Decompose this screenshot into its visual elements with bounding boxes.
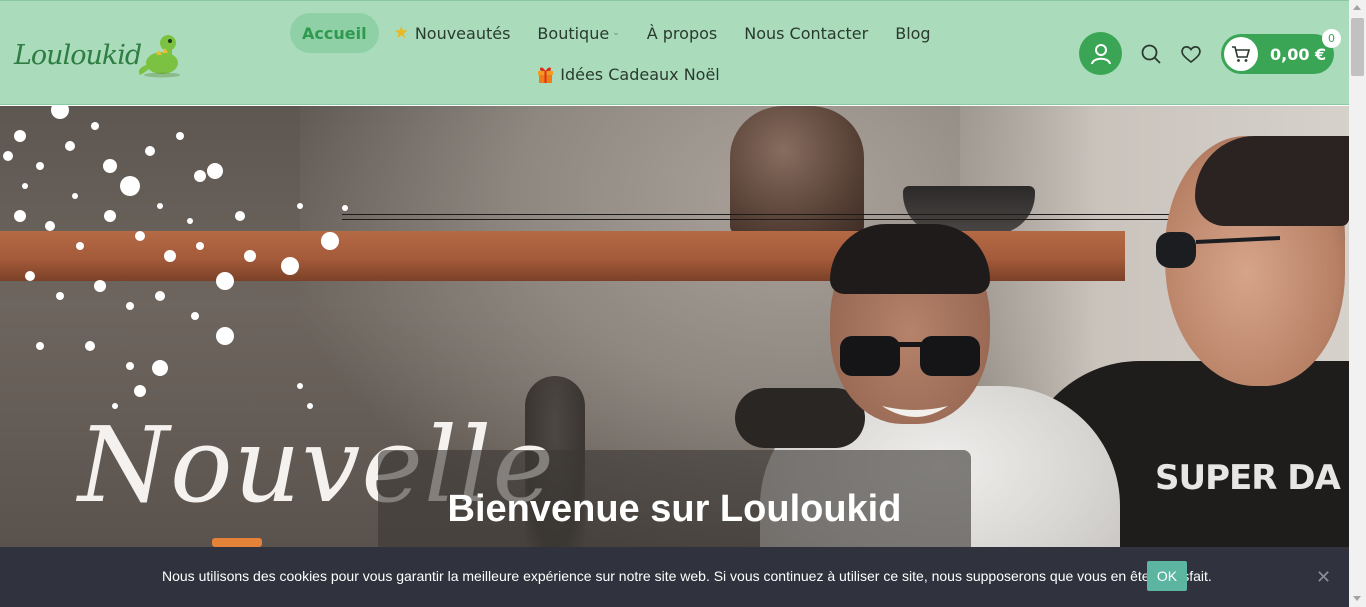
star-icon: ★	[393, 23, 409, 43]
cart-total: 0,00 €	[1270, 44, 1327, 64]
person-arm	[735, 388, 865, 448]
nav-label: Boutique	[537, 23, 610, 43]
hero-heading: Bienvenue sur Louloukid	[447, 488, 902, 530]
welcome-overlay: Bienvenue sur Louloukid	[378, 450, 971, 547]
main-nav: Accueil ★ Nouveautés Boutique ⌄ À propos…	[290, 13, 970, 94]
cart-icon	[1232, 46, 1251, 62]
nav-item-boutique[interactable]: Boutique ⌄	[525, 13, 631, 53]
hero-banner: SUPER DA Nouvelle Bienvenue sur Loulouki…	[0, 106, 1349, 547]
shirt-print: SUPER DA	[1155, 458, 1341, 498]
search-icon	[1141, 44, 1161, 64]
smile-image	[882, 406, 948, 417]
nav-label: Nouveautés	[414, 23, 511, 43]
cart-icon-wrap	[1224, 37, 1258, 71]
nav-label: Accueil	[302, 23, 367, 43]
paint-splash-decoration	[3, 106, 348, 409]
logo-text: Louloukid	[14, 39, 142, 71]
person-right-hair	[1195, 136, 1349, 226]
account-button[interactable]	[1079, 32, 1122, 75]
nav-label: Blog	[895, 23, 931, 43]
nav-label: À propos	[646, 23, 718, 43]
site-logo[interactable]: Louloukid	[14, 31, 180, 79]
nav-label: Nous Contacter	[744, 23, 869, 43]
search-button[interactable]	[1131, 34, 1171, 74]
nav-item-accueil[interactable]: Accueil	[290, 13, 379, 53]
user-icon	[1090, 43, 1111, 64]
cookie-notice: Nous utilisons des cookies pour vous gar…	[0, 547, 1349, 607]
cart-button[interactable]: 0,00 €	[1221, 34, 1334, 74]
nav-item-blog[interactable]: Blog	[883, 13, 942, 53]
nav-label: Idées Cadeaux Noël	[560, 64, 720, 84]
scroll-down-arrow-icon[interactable]	[1353, 596, 1361, 601]
site-header: Louloukid Accueil ★ Nouveautés Boutique …	[0, 0, 1349, 105]
decor-orange-mark	[212, 538, 262, 547]
person-left-hair	[830, 224, 990, 294]
sunglasses-image	[840, 336, 980, 376]
page-scrollbar[interactable]	[1349, 0, 1366, 607]
chevron-down-icon: ⌄	[612, 28, 620, 38]
cookie-accept-button[interactable]: OK	[1147, 561, 1187, 591]
nav-item-nous-contacter[interactable]: Nous Contacter	[732, 13, 880, 53]
nav-item-nouveautes[interactable]: ★ Nouveautés	[382, 13, 523, 53]
sunglasses-image	[1156, 232, 1281, 268]
scroll-up-arrow-icon[interactable]	[1353, 5, 1361, 10]
nav-item-a-propos[interactable]: À propos	[635, 13, 729, 53]
scrollbar-thumb[interactable]	[1351, 18, 1364, 76]
cookie-message: Nous utilisons des cookies pour vous gar…	[162, 568, 1212, 584]
dinosaur-logo-icon	[138, 35, 180, 78]
wishlist-button[interactable]	[1171, 34, 1211, 74]
header-actions	[1079, 32, 1211, 75]
gift-icon	[537, 65, 554, 83]
nav-item-idees-cadeaux-noel[interactable]: Idées Cadeaux Noël	[525, 54, 732, 94]
heart-icon	[1181, 45, 1201, 63]
close-icon[interactable]: ✕	[1316, 567, 1331, 588]
cart-count-badge: 0	[1322, 29, 1341, 48]
